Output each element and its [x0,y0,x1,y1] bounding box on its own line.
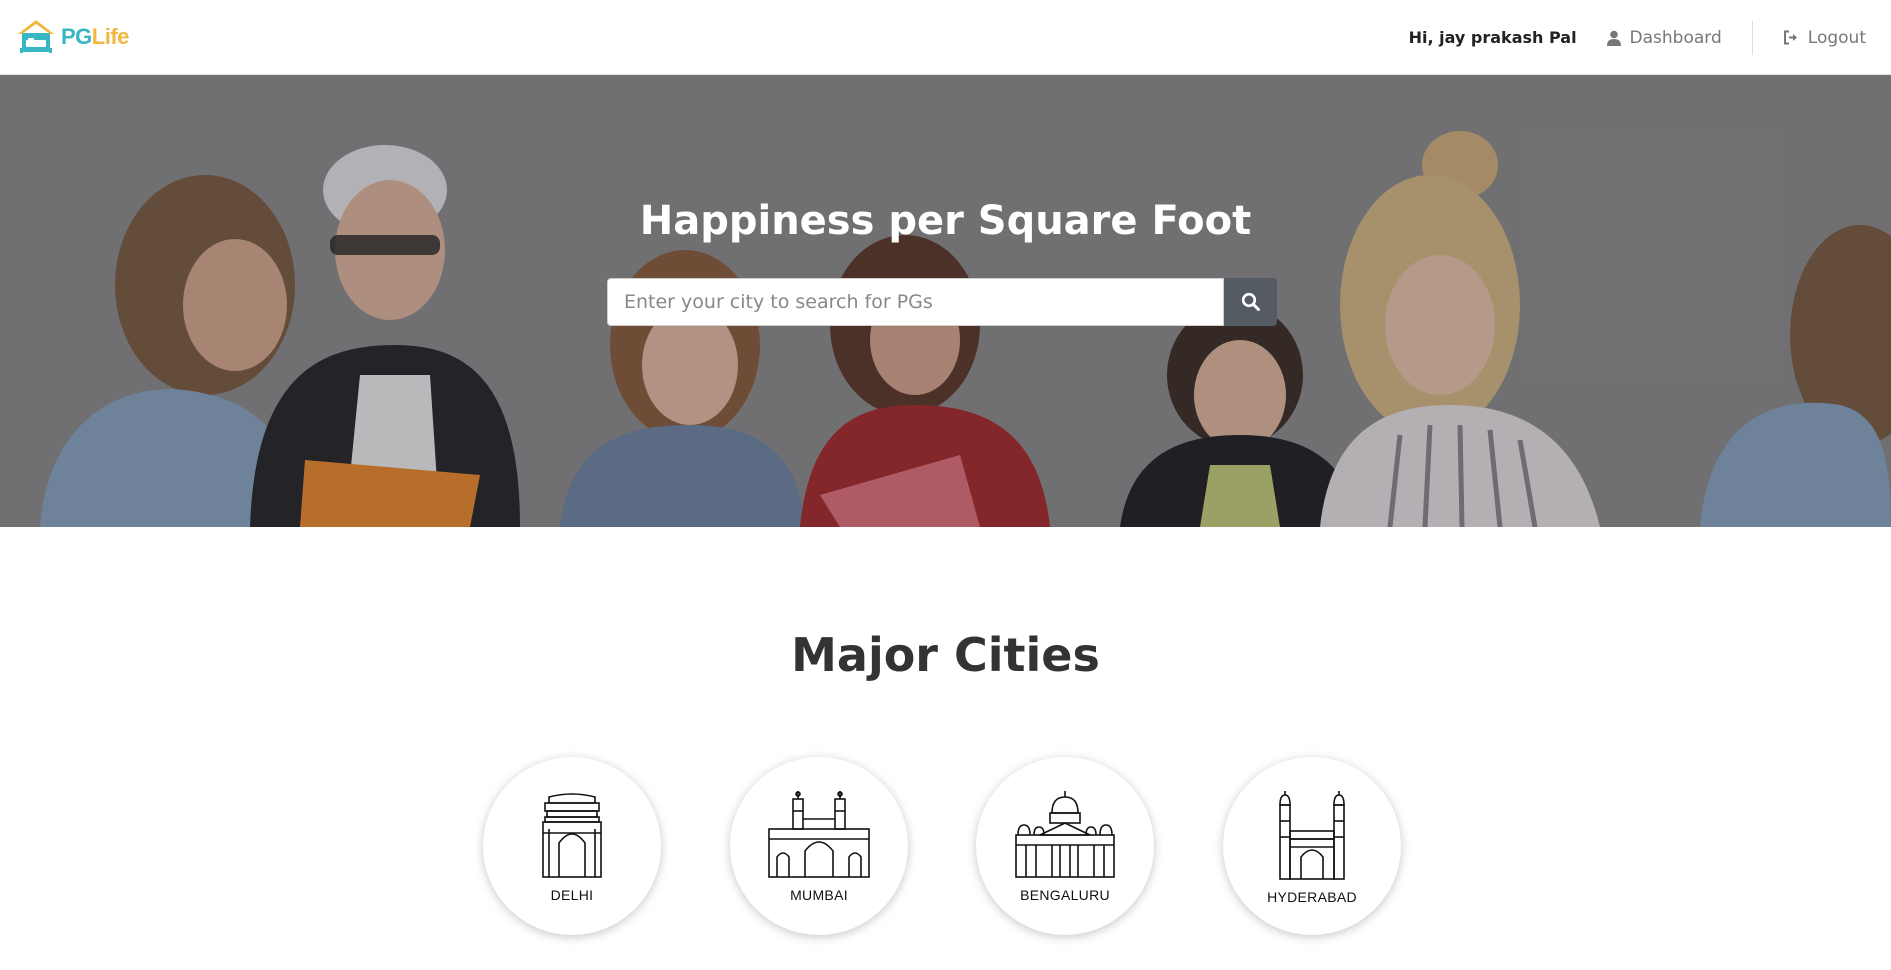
city-card-bengaluru[interactable]: BENGALURU [976,757,1154,935]
logout-link[interactable]: Logout [1783,28,1866,48]
city-card-hyderabad[interactable]: HYDERABAD [1223,757,1401,935]
nav-right: Hi, jay prakash Pal Dashboard Logout [1409,0,1891,75]
user-greeting: Hi, jay prakash Pal [1408,28,1577,47]
india-gate-icon [542,793,602,878]
search-button[interactable] [1224,278,1277,326]
dashboard-link[interactable]: Dashboard [1606,27,1722,48]
charminar-icon [1279,791,1345,880]
city-name: MUMBAI [790,887,848,903]
city-card-mumbai[interactable]: MUMBAI [730,757,908,935]
sign-out-icon [1783,30,1797,45]
house-logo-icon [18,20,54,53]
nav-divider [1751,20,1753,55]
city-name: DELHI [550,887,594,903]
user-icon [1606,30,1621,46]
dashboard-label: Dashboard [1629,27,1722,48]
city-name: HYDERABAD [1267,889,1357,905]
hero-banner: Happiness per Square Foot [0,75,1891,527]
pg-life-logo[interactable]: PGLife [16,14,129,54]
logo-text: PGLife [61,24,129,49]
navbar: PGLife Hi, jay prakash Pal Dashboard Log… [0,0,1891,75]
gateway-of-india-icon [768,791,870,878]
banner-title: Happiness per Square Foot [639,198,1252,244]
major-cities-title: Major Cities [791,628,1100,682]
vidhana-soudha-icon [1015,791,1115,878]
city-name: BENGALURU [1020,887,1110,903]
city-card-delhi[interactable]: DELHI [483,757,661,935]
city-search-form [607,278,1277,326]
search-icon [1241,292,1260,311]
logout-label: Logout [1807,27,1866,48]
city-search-input[interactable] [607,278,1224,326]
